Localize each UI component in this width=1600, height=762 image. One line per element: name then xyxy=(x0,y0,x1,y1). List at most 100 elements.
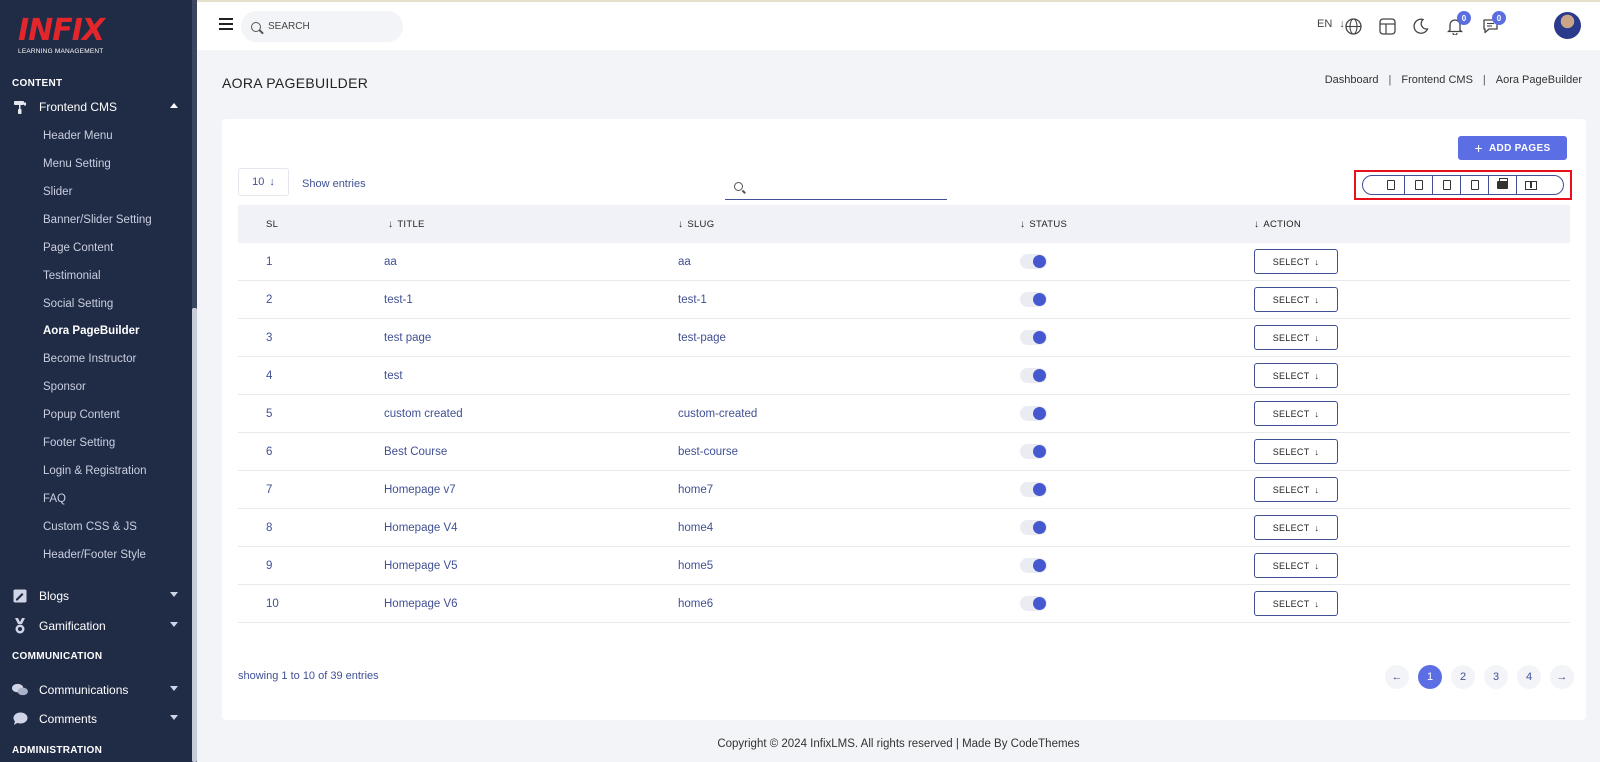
bell-icon[interactable]: 0 xyxy=(1445,11,1471,36)
arrow-down-icon: ↓ xyxy=(1314,294,1320,305)
cell-sl: 5 xyxy=(266,407,273,420)
table-search-input[interactable] xyxy=(751,180,931,193)
breadcrumb: Dashboard | Frontend CMS | Aora PageBuil… xyxy=(1325,74,1582,86)
sort-arrow-icon: ↓ xyxy=(678,218,684,230)
sidebar-item-comments[interactable]: Comments xyxy=(12,709,182,729)
sidebar-item-frontend-cms[interactable]: Frontend CMS xyxy=(12,97,182,117)
sidebar-sub-social-setting[interactable]: Social Setting xyxy=(43,298,113,310)
sidebar-sub-login-registration[interactable]: Login & Registration xyxy=(43,465,147,477)
arrow-down-icon: ↓ xyxy=(1314,332,1320,343)
copy-button[interactable] xyxy=(1377,175,1405,195)
print-button[interactable] xyxy=(1489,175,1517,195)
select-action-button[interactable]: SELECT ↓ xyxy=(1254,249,1338,274)
sidebar-sub-custom-css-js[interactable]: Custom CSS & JS xyxy=(43,521,137,533)
select-action-button[interactable]: SELECT ↓ xyxy=(1254,591,1338,616)
sidebar-sub-header-menu[interactable]: Header Menu xyxy=(43,130,113,142)
column-header-action[interactable]: ↓ ACTION xyxy=(1254,219,1570,230)
notification-badge: 0 xyxy=(1457,11,1471,25)
select-action-button[interactable]: SELECT ↓ xyxy=(1254,477,1338,502)
sidebar-sub-sponsor[interactable]: Sponsor xyxy=(43,381,86,393)
status-toggle[interactable] xyxy=(1020,596,1047,611)
table-search[interactable] xyxy=(725,174,947,200)
select-action-button[interactable]: SELECT ↓ xyxy=(1254,515,1338,540)
status-toggle[interactable] xyxy=(1020,558,1047,573)
arrow-down-icon: ↓ xyxy=(1314,370,1320,381)
pagination-page-4[interactable]: 4 xyxy=(1517,665,1541,689)
column-header-sl[interactable]: SL xyxy=(238,219,384,230)
layout-icon[interactable] xyxy=(1377,16,1397,36)
select-action-button[interactable]: SELECT ↓ xyxy=(1254,401,1338,426)
csv-export-button[interactable] xyxy=(1433,175,1461,195)
breadcrumb-frontend-cms[interactable]: Frontend CMS xyxy=(1401,74,1473,86)
status-toggle[interactable] xyxy=(1020,368,1047,383)
status-toggle[interactable] xyxy=(1020,520,1047,535)
pagination-prev-button[interactable]: ← xyxy=(1385,665,1409,689)
status-toggle[interactable] xyxy=(1020,444,1047,459)
sidebar-sub-popup-content[interactable]: Popup Content xyxy=(43,409,120,421)
blog-edit-icon xyxy=(12,588,28,604)
pagination-page-3[interactable]: 3 xyxy=(1484,665,1508,689)
global-search-input[interactable] xyxy=(268,21,388,32)
sidebar-scrollbar[interactable] xyxy=(192,0,197,762)
showing-entries-text: showing 1 to 10 of 39 entries xyxy=(238,670,379,682)
sidebar-sub-menu-setting[interactable]: Menu Setting xyxy=(43,158,111,170)
csv-file-icon xyxy=(1442,180,1451,190)
export-button-group xyxy=(1362,175,1564,195)
entries-per-page-select[interactable]: 10 ↓ xyxy=(238,168,289,196)
table-row: 6 Best Course best-course SELECT ↓ xyxy=(238,433,1570,471)
add-pages-button[interactable]: + ADD PAGES xyxy=(1458,136,1567,160)
sidebar-sub-page-content[interactable]: Page Content xyxy=(43,242,113,254)
select-action-button[interactable]: SELECT ↓ xyxy=(1254,325,1338,350)
message-icon[interactable]: 0 xyxy=(1480,11,1506,36)
status-toggle[interactable] xyxy=(1020,482,1047,497)
pagination-page-1[interactable]: 1 xyxy=(1418,665,1442,689)
column-header-status[interactable]: ↓ STATUS xyxy=(1020,219,1254,230)
sidebar-sub-become-instructor[interactable]: Become Instructor xyxy=(43,353,136,365)
sidebar-sub-faq[interactable]: FAQ xyxy=(43,493,66,505)
arrow-down-icon: ↓ xyxy=(1314,256,1320,267)
globe-icon[interactable] xyxy=(1343,16,1363,36)
select-action-button[interactable]: SELECT ↓ xyxy=(1254,439,1338,464)
status-toggle[interactable] xyxy=(1020,406,1047,421)
sidebar-sub-testimonial[interactable]: Testimonial xyxy=(43,270,101,282)
cell-title: Homepage V5 xyxy=(384,559,458,572)
global-search[interactable] xyxy=(241,11,403,42)
cell-status xyxy=(1020,444,1254,459)
pagination-page-2[interactable]: 2 xyxy=(1451,665,1475,689)
status-toggle[interactable] xyxy=(1020,330,1047,345)
status-toggle[interactable] xyxy=(1020,254,1047,269)
status-toggle[interactable] xyxy=(1020,292,1047,307)
sidebar-item-communications[interactable]: Communications xyxy=(12,680,182,700)
pagination-next-button[interactable]: → xyxy=(1550,665,1574,689)
select-action-button[interactable]: SELECT ↓ xyxy=(1254,553,1338,578)
sort-arrow-icon: ↓ xyxy=(1254,218,1260,230)
breadcrumb-separator: | xyxy=(1482,74,1486,86)
scrollbar-thumb[interactable] xyxy=(192,308,197,762)
select-action-button[interactable]: SELECT ↓ xyxy=(1254,287,1338,312)
moon-icon[interactable] xyxy=(1411,16,1431,36)
column-visibility-button[interactable] xyxy=(1517,175,1545,195)
column-header-slug[interactable]: ↓ SLUG xyxy=(678,219,1020,230)
logo[interactable]: INFIX LEARNING MANAGEMENT xyxy=(18,16,128,60)
cell-status xyxy=(1020,292,1254,307)
avatar[interactable] xyxy=(1554,12,1581,39)
sidebar-sub-header-footer-style[interactable]: Header/Footer Style xyxy=(43,549,146,561)
sidebar-sub-aora-pagebuilder[interactable]: Aora PageBuilder xyxy=(43,325,140,337)
language-selector[interactable]: EN ↓ xyxy=(1317,18,1345,30)
sidebar-item-gamification[interactable]: Gamification xyxy=(12,616,182,636)
excel-export-button[interactable] xyxy=(1405,175,1433,195)
cell-sl: 9 xyxy=(266,559,273,572)
sidebar-sub-footer-setting[interactable]: Footer Setting xyxy=(43,437,115,449)
pdf-export-button[interactable] xyxy=(1461,175,1489,195)
hamburger-icon[interactable] xyxy=(219,18,233,30)
select-action-button[interactable]: SELECT ↓ xyxy=(1254,363,1338,388)
sidebar-sub-banner-slider-setting[interactable]: Banner/Slider Setting xyxy=(43,214,152,226)
column-header-title[interactable]: ↓ TITLE xyxy=(384,219,678,230)
footer-copyright: Copyright © 2024 InfixLMS. All rights re… xyxy=(717,738,1080,750)
sidebar-sub-slider[interactable]: Slider xyxy=(43,186,72,198)
breadcrumb-dashboard[interactable]: Dashboard xyxy=(1325,74,1379,86)
arrow-right-icon: → xyxy=(1556,671,1568,683)
table-row: 7 Homepage v7 home7 SELECT ↓ xyxy=(238,471,1570,509)
table-row: 1 aa aa SELECT ↓ xyxy=(238,243,1570,281)
sidebar-item-blogs[interactable]: Blogs xyxy=(12,586,182,606)
